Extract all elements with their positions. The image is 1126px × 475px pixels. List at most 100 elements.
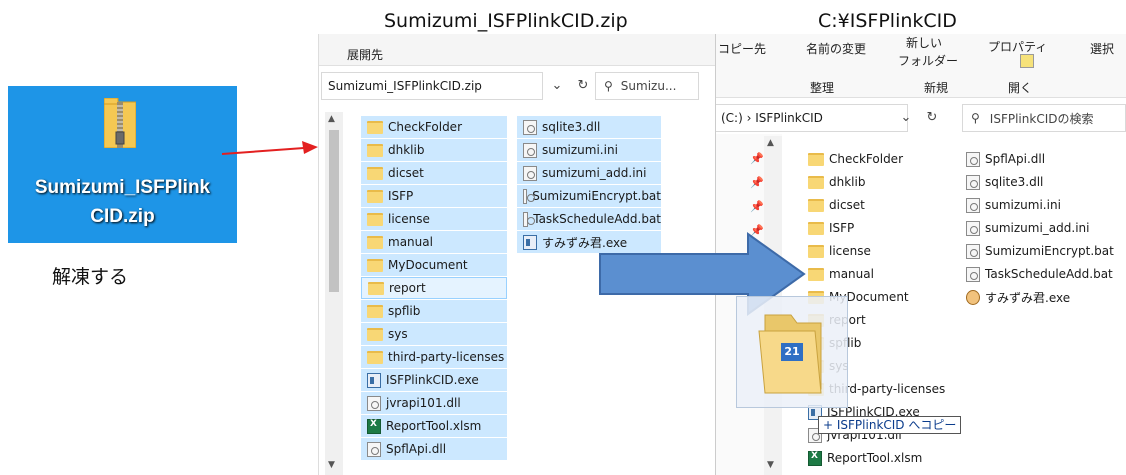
zip-scroll-thumb[interactable] <box>329 130 339 292</box>
dest-address-text: (C:) › ISFPlinkCID <box>721 111 823 125</box>
pin-icon[interactable]: 📌 <box>750 200 764 213</box>
dest-search-box[interactable]: ⚲ ISFPlinkCIDの検索 <box>962 104 1126 132</box>
file-name: sqlite3.dll <box>542 120 601 134</box>
file-name: ReportTool.xlsm <box>386 419 482 433</box>
folder-icon <box>367 235 383 249</box>
dest-refresh-icon[interactable]: ↻ <box>920 106 944 130</box>
file-list-item[interactable]: SumizumiEncrypt.bat <box>517 185 661 207</box>
file-list-item[interactable]: dicset <box>361 162 507 184</box>
file-name: sumizumi_add.ini <box>985 221 1090 235</box>
bat-icon <box>523 211 536 227</box>
folder-icon <box>808 267 824 281</box>
ini-icon <box>966 220 980 236</box>
dest-address-bar[interactable]: (C:) › ISFPlinkCID <box>716 104 908 132</box>
file-list-item[interactable]: MyDocument <box>361 254 507 276</box>
dest-window-caption: C:¥ISFPlinkCID <box>818 10 957 32</box>
extract-to-tab[interactable]: 展開先 <box>347 46 383 63</box>
file-name: spflib <box>388 304 421 318</box>
file-list-item[interactable]: TaskScheduleAdd.bat <box>960 263 1120 285</box>
ini-icon <box>523 165 537 181</box>
file-name: manual <box>388 235 433 249</box>
rename-button[interactable]: 名前の変更 <box>806 40 866 57</box>
file-list-item[interactable]: dhklib <box>361 139 507 161</box>
file-list-item[interactable]: sqlite3.dll <box>517 116 661 138</box>
file-list-item[interactable]: license <box>802 240 952 262</box>
properties-button[interactable]: プロパティ <box>988 38 1047 55</box>
pin-icon[interactable]: 📌 <box>750 152 764 165</box>
pin-icon[interactable]: 📌 <box>750 176 764 189</box>
file-list-item[interactable]: sqlite3.dll <box>960 171 1120 193</box>
file-name: sumizumi_add.ini <box>542 166 647 180</box>
file-list-item[interactable]: SpflApi.dll <box>960 148 1120 170</box>
file-name: ReportTool.xlsm <box>827 451 923 465</box>
dll-icon <box>367 441 381 457</box>
file-list-item[interactable]: license <box>361 208 507 230</box>
file-name: license <box>388 212 430 226</box>
file-list-item[interactable]: すみずみ君.exe <box>960 286 1120 308</box>
app-icon <box>966 289 980 305</box>
file-list-item[interactable]: ReportTool.xlsm <box>361 415 507 437</box>
ini-icon <box>523 142 537 158</box>
group-open: 開く <box>1008 81 1033 95</box>
scroll-up-icon[interactable]: ▲ <box>767 138 774 148</box>
file-list-item[interactable]: TaskScheduleAdd.bat <box>517 208 661 230</box>
file-list-item[interactable]: CheckFolder <box>802 148 952 170</box>
new-folder-line1[interactable]: 新しい <box>906 34 942 51</box>
file-list-item[interactable]: manual <box>802 263 952 285</box>
file-list-item[interactable]: sumizumi_add.ini <box>517 162 661 184</box>
dest-ribbon: コピー先 名前の変更 新しい フォルダー プロパティ 選択 整理 新規 開く <box>716 34 1126 98</box>
zip-address-dropdown-icon[interactable]: ⌄ <box>545 74 569 98</box>
file-name: TaskScheduleAdd.bat <box>533 212 661 226</box>
file-list-item[interactable]: SumizumiEncrypt.bat <box>960 240 1120 262</box>
dest-address-dropdown-icon[interactable]: ⌄ <box>894 106 918 130</box>
zip-window-caption: Sumizumi_ISFPlinkCID.zip <box>384 10 628 32</box>
folder-icon <box>367 120 383 134</box>
zip-refresh-icon[interactable]: ↻ <box>571 74 595 98</box>
zip-folder-icon <box>104 98 136 148</box>
scroll-up-icon[interactable]: ▲ <box>328 114 335 124</box>
file-name: dicset <box>388 166 424 180</box>
file-list-item[interactable]: report <box>361 277 507 299</box>
file-list-item[interactable]: dicset <box>802 194 952 216</box>
file-list-item[interactable]: ISFP <box>802 217 952 239</box>
dest-search-placeholder: ISFPlinkCIDの検索 <box>989 111 1094 126</box>
file-list-item[interactable]: ReportTool.xlsm <box>802 447 952 469</box>
file-name: sqlite3.dll <box>985 175 1044 189</box>
dll-icon <box>523 119 537 135</box>
file-list-item[interactable]: jvrapi101.dll <box>361 392 507 414</box>
scroll-down-icon[interactable]: ▼ <box>767 460 774 470</box>
drag-count-badge: 21 <box>781 343 803 361</box>
file-list-item[interactable]: third-party-licenses <box>361 346 507 368</box>
desktop-zip-icon[interactable]: Sumizumi_ISFPlink CID.zip <box>8 86 237 243</box>
file-name: ISFP <box>388 189 414 203</box>
zip-address-bar[interactable]: Sumizumi_ISFPlinkCID.zip <box>321 72 543 100</box>
folder-icon <box>367 304 383 318</box>
folder-icon <box>808 221 824 235</box>
zip-search-box[interactable]: ⚲ Sumizu... <box>595 72 699 100</box>
file-list-item[interactable]: CheckFolder <box>361 116 507 138</box>
select-button[interactable]: 選択 <box>1090 40 1114 57</box>
new-folder-line2[interactable]: フォルダー <box>898 52 958 69</box>
folder-icon <box>808 198 824 212</box>
file-list-item[interactable]: SpflApi.dll <box>361 438 507 460</box>
folder-icon <box>367 327 383 341</box>
file-list-item[interactable]: sumizumi.ini <box>517 139 661 161</box>
folder-icon <box>367 189 383 203</box>
file-list-item[interactable]: manual <box>361 231 507 253</box>
zip-scrollbar[interactable]: ▲ ▼ <box>325 112 343 475</box>
group-new: 新規 <box>924 81 949 95</box>
file-name: SumizumiEncrypt.bat <box>532 189 661 203</box>
file-name: ISFPlinkCID.exe <box>386 373 479 387</box>
scroll-down-icon[interactable]: ▼ <box>328 460 335 470</box>
file-list-item[interactable]: sumizumi_add.ini <box>960 217 1120 239</box>
file-list-item[interactable]: sys <box>361 323 507 345</box>
copy-tooltip: + ISFPlinkCID へコピー <box>818 416 962 434</box>
file-list-item[interactable]: ISFPlinkCID.exe <box>361 369 507 391</box>
file-list-item[interactable]: dhklib <box>802 171 952 193</box>
copy-to-button[interactable]: コピー先 <box>718 40 766 57</box>
file-name: jvrapi101.dll <box>386 396 461 410</box>
file-list-item[interactable]: spflib <box>361 300 507 322</box>
file-list-item[interactable]: sumizumi.ini <box>960 194 1120 216</box>
file-list-item[interactable]: ISFP <box>361 185 507 207</box>
file-name: manual <box>829 267 874 281</box>
